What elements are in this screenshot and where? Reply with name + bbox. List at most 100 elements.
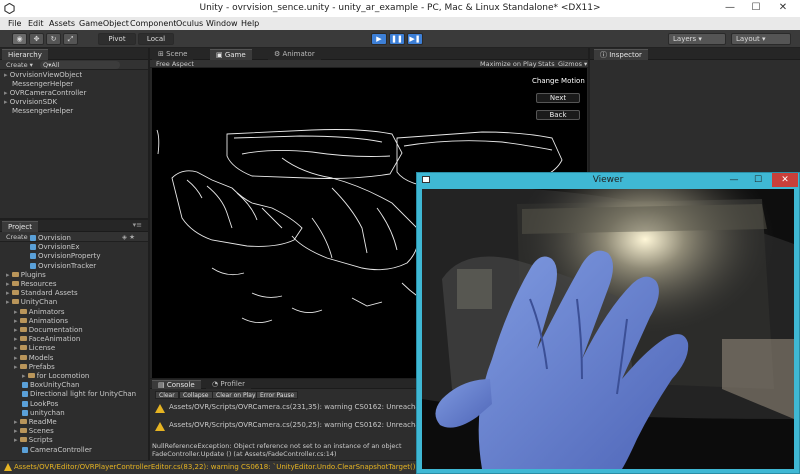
viewer-close-button[interactable]: ✕ [772, 173, 798, 187]
expand-arrow-icon[interactable]: ▸ [14, 308, 20, 316]
folder-icon [11, 281, 19, 286]
folder-icon [11, 290, 19, 296]
maximize-on-play-toggle[interactable]: Maximize on Play [480, 60, 537, 68]
project-item[interactable]: ▸ FaceAnimation [0, 335, 148, 344]
warning-icon [155, 404, 165, 413]
console-warning[interactable]: Assets/OVR/Scripts/OVRCamera.cs(250,25):… [169, 421, 424, 429]
project-item[interactable]: ▸ Prefabs [0, 363, 148, 372]
panel-menu-icon[interactable]: ▾≡ [133, 221, 142, 229]
expand-arrow-icon[interactable]: ▸ [14, 326, 20, 334]
project-item[interactable]: unitychan [0, 409, 148, 418]
project-item[interactable]: LookPos [0, 400, 148, 409]
local-toggle[interactable]: Local [138, 33, 174, 45]
menu-file[interactable]: File [8, 19, 21, 28]
hand-tool-icon[interactable]: ◉ [12, 33, 27, 45]
hierarchy-item[interactable]: ▸ OvrvisionViewObject [0, 71, 148, 80]
hierarchy-search-input[interactable]: Q▾All [40, 61, 120, 69]
project-item[interactable]: ▸ Animators [0, 308, 148, 317]
menu-help[interactable]: Help [241, 19, 259, 28]
project-item[interactable]: BoxUnityChan [0, 381, 148, 390]
menu-oculus[interactable]: Oculus [176, 19, 203, 28]
tab-game[interactable]: ▣ Game [210, 49, 252, 60]
layout-dropdown[interactable]: Layout ▾ [731, 33, 791, 45]
project-item[interactable]: OvrvisionProperty [0, 252, 148, 261]
expand-arrow-icon[interactable]: ▸ [14, 363, 20, 371]
gizmos-dropdown[interactable]: Gizmos ▾ [558, 60, 587, 68]
clear-on-play-button[interactable]: Clear on Play [212, 391, 260, 399]
clear-button[interactable]: Clear [155, 391, 179, 399]
project-item[interactable]: Ovrvision [0, 234, 148, 243]
project-item[interactable]: ▸ Models [0, 354, 148, 363]
expand-arrow-icon[interactable]: ▸ [14, 418, 20, 426]
viewer-minimize-button[interactable]: — [723, 173, 745, 187]
tab-animator[interactable]: ⚙ Animator [268, 49, 321, 60]
hierarchy-item[interactable]: MessengerHelper [0, 80, 148, 89]
expand-arrow-icon[interactable]: ▸ [14, 335, 20, 343]
tab-inspector[interactable]: ⓘ Inspector [594, 49, 648, 60]
project-item[interactable]: ▸ Documentation [0, 326, 148, 335]
expand-arrow-icon[interactable]: ▸ [14, 317, 20, 325]
hierarchy-item[interactable]: MessengerHelper [0, 107, 148, 116]
project-item[interactable]: CameraController [0, 446, 148, 455]
menu-component[interactable]: Component [130, 19, 176, 28]
project-item[interactable]: OvrvisionTracker [0, 262, 148, 271]
expand-arrow-icon[interactable]: ▸ [6, 271, 12, 279]
tab-hierarchy[interactable]: Hierarchy [2, 49, 48, 60]
expand-arrow-icon[interactable]: ▸ [14, 436, 20, 444]
move-tool-icon[interactable]: ✥ [29, 33, 44, 45]
tab-profiler[interactable]: ◔ Profiler [206, 380, 251, 389]
error-pause-button[interactable]: Error Pause [256, 391, 299, 399]
menu-assets[interactable]: Assets [49, 19, 75, 28]
project-item[interactable]: ▸ for Locomotion [0, 372, 148, 381]
project-item[interactable]: ▸ Resources [0, 280, 148, 289]
project-item[interactable]: ▸ Animations [0, 317, 148, 326]
play-button[interactable]: ▶ [371, 33, 387, 45]
project-item[interactable]: ▸ Standard Assets [0, 289, 148, 298]
menu-edit[interactable]: Edit [28, 19, 44, 28]
project-item-label: UnityChan [20, 298, 58, 307]
hierarchy-create-button[interactable]: Create ▾ [6, 61, 33, 69]
project-item[interactable]: ▸ UnityChan [0, 298, 148, 307]
next-button[interactable]: Next [536, 93, 580, 103]
asset-icon [30, 262, 36, 269]
expand-arrow-icon[interactable]: ▸ [6, 289, 12, 297]
project-item[interactable]: ▸ ReadMe [0, 418, 148, 427]
menu-window[interactable]: Window [206, 19, 238, 28]
project-item[interactable]: Directional light for UnityChan [0, 390, 148, 399]
rotate-tool-icon[interactable]: ↻ [46, 33, 61, 45]
pivot-toggle[interactable]: Pivot [98, 33, 136, 45]
expand-arrow-icon[interactable]: ▸ [14, 354, 20, 362]
expand-arrow-icon[interactable]: ▸ [14, 427, 20, 435]
menu-gameobject[interactable]: GameObject [79, 19, 129, 28]
pause-button[interactable]: ❚❚ [389, 33, 405, 45]
hierarchy-item[interactable]: ▸ OVRCameraController [0, 89, 148, 98]
camera-feed [422, 189, 794, 469]
close-button[interactable]: ✕ [773, 0, 793, 17]
back-label: Back [549, 111, 567, 119]
viewer-maximize-button[interactable]: ☐ [747, 173, 769, 187]
minimize-button[interactable]: — [720, 0, 740, 17]
step-button[interactable]: ▶❚ [407, 33, 423, 45]
maximize-button[interactable]: ☐ [746, 0, 766, 17]
project-item[interactable]: ▸ Scenes [0, 427, 148, 436]
hierarchy-item[interactable]: ▸ OvrvisionSDK [0, 98, 148, 107]
project-item[interactable]: ▸ Scripts [0, 436, 148, 445]
tab-project[interactable]: Project [2, 221, 38, 232]
scale-tool-icon[interactable]: ⤢ [63, 33, 78, 45]
back-button[interactable]: Back [536, 110, 580, 120]
expand-arrow-icon[interactable]: ▸ [22, 372, 28, 380]
collapse-button[interactable]: Collapse [179, 391, 213, 399]
project-item[interactable]: OvrvisionEx [0, 243, 148, 252]
project-item[interactable]: ▸ License [0, 344, 148, 353]
expand-arrow-icon[interactable]: ▸ [6, 280, 12, 288]
expand-arrow-icon[interactable]: ▸ [6, 298, 12, 306]
layers-dropdown[interactable]: Layers ▾ [668, 33, 726, 45]
project-item[interactable]: ▸ Plugins [0, 271, 148, 280]
stats-toggle[interactable]: Stats [538, 60, 555, 68]
project-item-label: OvrvisionEx [38, 243, 80, 252]
expand-arrow-icon[interactable]: ▸ [14, 344, 20, 352]
aspect-dropdown[interactable]: Free Aspect [156, 60, 194, 68]
tab-console[interactable]: ▤ Console [152, 380, 201, 389]
console-warning[interactable]: Assets/OVR/Scripts/OVRCamera.cs(231,35):… [169, 403, 424, 411]
tab-scene[interactable]: ⊞ Scene [152, 49, 194, 60]
